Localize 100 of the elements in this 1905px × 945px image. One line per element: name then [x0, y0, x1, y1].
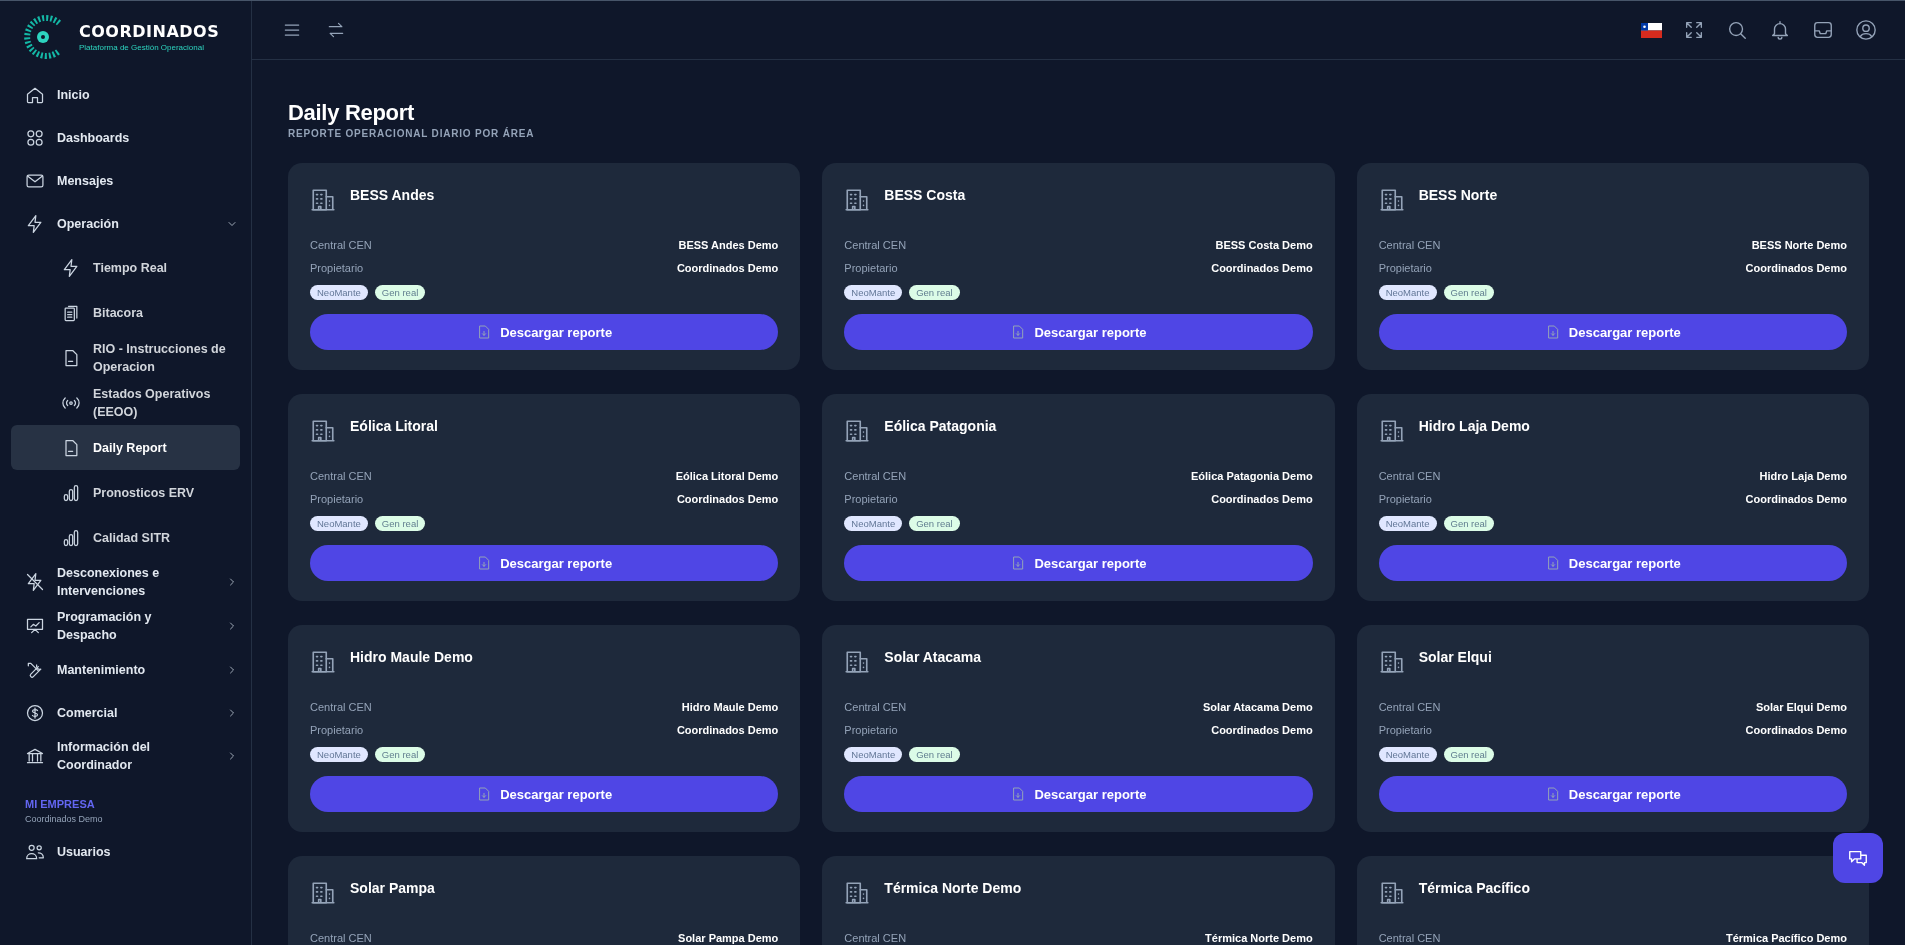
download-button[interactable]: Descargar reporte: [310, 545, 779, 581]
field-value: Coordinados Demo: [1745, 492, 1847, 505]
field-value: Térmica Norte Demo: [1205, 931, 1313, 944]
building-icon: [844, 418, 871, 444]
tag: Gen real: [374, 747, 426, 762]
tag: Gen real: [909, 747, 960, 762]
field-value: Eólica Patagonia Demo: [1191, 469, 1313, 482]
flag-icon[interactable]: [1641, 22, 1662, 38]
download-button[interactable]: Descargar reporte: [1378, 545, 1847, 581]
building-icon: [310, 880, 336, 906]
field-value: BESS Norte Demo: [1751, 238, 1847, 251]
field-value: Hidro Laja Demo: [1759, 469, 1847, 482]
download-button[interactable]: Descargar reporte: [844, 545, 1313, 581]
sidebar-item[interactable]: Pronosticos ERV: [11, 470, 240, 515]
field-label: Central CEN: [844, 700, 907, 713]
building-icon: [1378, 418, 1405, 444]
building-icon: [844, 880, 871, 906]
card-title: Hidro Maule Demo: [350, 649, 473, 665]
field-value: Eólica Litoral Demo: [675, 469, 779, 482]
tag: NeoMante: [1378, 747, 1437, 762]
tag: NeoMante: [1378, 516, 1437, 531]
card-title: Eólica Patagonia: [884, 418, 997, 434]
field-label: Propietario: [844, 723, 898, 736]
sidebar-item[interactable]: Mensajes: [11, 159, 240, 202]
building-icon: [310, 649, 336, 675]
fullscreen-icon: [1683, 19, 1705, 41]
sidebar-item[interactable]: Daily Report: [11, 425, 240, 470]
sidebar-item[interactable]: Tiempo Real: [11, 245, 240, 290]
field-value: Coordinados Demo: [1211, 723, 1313, 736]
sidebar-item[interactable]: Bitacora: [11, 290, 240, 335]
download-button[interactable]: Descargar reporte: [844, 314, 1313, 350]
tag: NeoMante: [310, 747, 368, 762]
building-icon: [310, 187, 336, 213]
card-title: Térmica Norte Demo: [884, 880, 1022, 896]
field-label: Propietario: [844, 261, 898, 274]
tag: Gen real: [374, 285, 426, 300]
card-title: Eólica Litoral: [350, 418, 438, 434]
building-icon: [310, 418, 336, 444]
sidebar-item[interactable]: Usuarios: [11, 830, 240, 873]
card-title: Solar Pampa: [350, 880, 435, 896]
card-title: Térmica Pacífico: [1418, 880, 1530, 896]
field-value: Solar Pampa Demo: [678, 931, 779, 944]
field-label: Propietario: [1378, 261, 1432, 274]
field-label: Central CEN: [310, 238, 372, 251]
field-value: Solar Elqui Demo: [1755, 700, 1847, 713]
inbox-icon: [1812, 19, 1834, 41]
field-label: Central CEN: [310, 700, 372, 713]
card-title: BESS Norte: [1418, 187, 1498, 203]
field-label: Propietario: [1378, 492, 1432, 505]
field-value: Coordinados Demo: [1745, 723, 1847, 736]
sidebar-item[interactable]: Inicio: [11, 73, 240, 116]
download-button[interactable]: Descargar reporte: [1378, 314, 1847, 350]
brand-tagline: Plataforma de Gestión Operacional: [79, 43, 205, 52]
download-button[interactable]: Descargar reporte: [310, 314, 779, 350]
download-button[interactable]: Descargar reporte: [1378, 776, 1847, 812]
field-value: Coordinados Demo: [676, 492, 779, 505]
sidebar-item[interactable]: Desconexiones e Intervenciones: [11, 560, 240, 604]
dollar-icon: [25, 702, 45, 723]
building-icon: [844, 187, 871, 213]
tag: NeoMante: [310, 516, 368, 531]
field-label: Propietario: [310, 492, 364, 505]
brand-name: COORDINADOS: [79, 22, 220, 41]
card-title: Solar Elqui: [1418, 649, 1492, 665]
sidebar-item[interactable]: Información del Coordinador: [11, 734, 240, 778]
tag: Gen real: [909, 516, 960, 531]
sidebar-item[interactable]: Mantenimiento: [11, 648, 240, 691]
sidebar-item[interactable]: Operación: [11, 202, 240, 245]
tag: Gen real: [909, 285, 960, 300]
sidebar-item[interactable]: Comercial: [11, 691, 240, 734]
bell-icon: [1769, 19, 1791, 41]
sidebar-item[interactable]: RIO - Instrucciones de Operacion: [11, 335, 240, 380]
sidebar-item[interactable]: Calidad SITR: [11, 515, 240, 560]
sidebar-item[interactable]: Estados Operativos (EEOO): [11, 380, 240, 425]
download-button[interactable]: Descargar reporte: [844, 776, 1313, 812]
field-label: Propietario: [844, 492, 898, 505]
card-title: Hidro Laja Demo: [1418, 418, 1530, 434]
field-label: Central CEN: [1378, 931, 1441, 944]
tag: NeoMante: [1378, 285, 1437, 300]
tag: NeoMante: [844, 516, 903, 531]
field-label: Central CEN: [310, 469, 372, 482]
field-label: Central CEN: [844, 469, 907, 482]
presentation-icon: [25, 616, 45, 636]
chat-button[interactable]: [1833, 833, 1883, 883]
field-label: Central CEN: [844, 238, 907, 251]
tag: Gen real: [1443, 747, 1494, 762]
card-title: BESS Costa: [884, 187, 966, 203]
page-subtitle: REPORTE OPERACIONAL DIARIO POR ÁREA: [288, 128, 536, 139]
sidebar-item[interactable]: Programación y Despacho: [11, 604, 240, 648]
field-label: Central CEN: [1378, 700, 1441, 713]
card-title: Solar Atacama: [884, 649, 982, 665]
sidebar-item[interactable]: Dashboards: [11, 116, 240, 159]
grid-icon: [25, 127, 45, 148]
field-value: Coordinados Demo: [676, 723, 779, 736]
download-button[interactable]: Descargar reporte: [310, 776, 779, 812]
field-label: Propietario: [310, 261, 364, 274]
field-value: Térmica Pacífico Demo: [1725, 931, 1847, 944]
field-label: Propietario: [1378, 723, 1432, 736]
field-value: Coordinados Demo: [1745, 261, 1847, 274]
field-label: Propietario: [310, 723, 364, 736]
tag: Gen real: [374, 516, 426, 531]
